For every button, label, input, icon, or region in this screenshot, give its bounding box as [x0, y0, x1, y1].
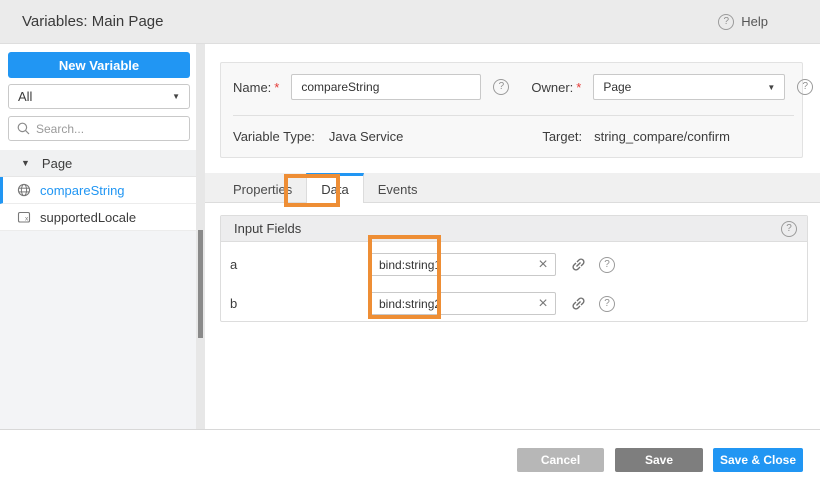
- sidebar: New Variable All ▼ ▼ Page: [0, 44, 196, 429]
- app-header: Variables: Main Page ? Help: [0, 0, 820, 44]
- help-label: Help: [741, 14, 768, 29]
- owner-value: Page: [603, 80, 631, 94]
- variable-filter-dropdown[interactable]: All ▼: [8, 84, 190, 109]
- variable-summary-panel: Name: * ? Owner: * Page ▼ ? Variable Typ…: [220, 62, 803, 158]
- save-and-close-button[interactable]: Save & Close: [713, 448, 803, 472]
- target-value: string_compare/confirm: [594, 129, 730, 144]
- variable-icon: x: [17, 210, 31, 224]
- field-row-b: b × ?: [221, 287, 807, 320]
- variable-detail-pane: Name: * ? Owner: * Page ▼ ? Variable Typ…: [205, 44, 820, 429]
- field-name: a: [221, 257, 369, 272]
- search-input[interactable]: [36, 122, 176, 136]
- svg-text:x: x: [25, 215, 29, 222]
- variables-tree: ▼ Page compareString x supporte: [0, 150, 196, 231]
- tree-expander-icon[interactable]: ▼: [21, 158, 30, 168]
- tree-item-supportedlocale[interactable]: x supportedLocale: [0, 204, 196, 231]
- tab-events[interactable]: Events: [364, 173, 432, 202]
- bind-link-icon[interactable]: [569, 256, 587, 274]
- tab-data[interactable]: Data: [306, 173, 363, 203]
- tree-group-page[interactable]: ▼ Page: [0, 150, 196, 177]
- search-icon: [17, 122, 30, 135]
- help-icon: ?: [718, 14, 734, 30]
- required-marker: *: [576, 80, 581, 95]
- page-title: Variables: Main Page: [22, 13, 163, 30]
- owner-label: Owner:: [531, 80, 573, 95]
- service-globe-icon: [17, 183, 31, 197]
- search-box: [8, 116, 190, 141]
- clear-icon[interactable]: ×: [534, 254, 552, 275]
- new-variable-button[interactable]: New Variable: [8, 52, 190, 78]
- field-help-icon[interactable]: ?: [599, 257, 615, 273]
- chevron-down-icon: ▼: [767, 83, 775, 92]
- input-fields-help-icon[interactable]: ?: [781, 221, 797, 237]
- owner-help-icon[interactable]: ?: [797, 79, 813, 95]
- sidebar-scrollbar-thumb[interactable]: [198, 230, 203, 338]
- input-fields-header: Input Fields ?: [221, 216, 807, 242]
- field-name: b: [221, 296, 369, 311]
- input-fields-title: Input Fields: [234, 221, 301, 236]
- detail-tabbar: Properties Data Events: [205, 173, 820, 203]
- tree-item-comparestring[interactable]: compareString: [0, 177, 196, 204]
- bind-link-icon[interactable]: [569, 295, 587, 313]
- required-marker: *: [274, 80, 279, 95]
- variable-type-label: Variable Type:: [233, 129, 315, 144]
- help-link[interactable]: ? Help: [718, 14, 768, 30]
- target-label: Target:: [542, 129, 582, 144]
- variable-filter-value: All: [18, 89, 32, 104]
- footer: Cancel Save Save & Close: [0, 430, 820, 490]
- field-a-binding-input[interactable]: [369, 253, 556, 276]
- tree-group-label: Page: [42, 156, 72, 171]
- name-help-icon[interactable]: ?: [493, 79, 509, 95]
- tree-item-label: supportedLocale: [40, 210, 136, 225]
- panel-divider: [233, 115, 794, 116]
- variable-type-value: Java Service: [329, 129, 403, 144]
- name-label: Name:: [233, 80, 271, 95]
- clear-icon[interactable]: ×: [534, 293, 552, 314]
- tree-item-label: compareString: [40, 183, 125, 198]
- name-field[interactable]: [291, 74, 481, 100]
- chevron-down-icon: ▼: [172, 92, 180, 101]
- field-b-binding-input[interactable]: [369, 292, 556, 315]
- input-fields-section: Input Fields ? a × ? b ×: [220, 215, 808, 322]
- cancel-button[interactable]: Cancel: [517, 448, 604, 472]
- sidebar-scrollbar-track[interactable]: [196, 44, 205, 429]
- owner-dropdown[interactable]: Page ▼: [593, 74, 785, 100]
- tab-properties[interactable]: Properties: [219, 173, 306, 202]
- sidebar-empty-area: [0, 231, 196, 429]
- field-row-a: a × ?: [221, 248, 807, 281]
- field-help-icon[interactable]: ?: [599, 296, 615, 312]
- save-button[interactable]: Save: [615, 448, 703, 472]
